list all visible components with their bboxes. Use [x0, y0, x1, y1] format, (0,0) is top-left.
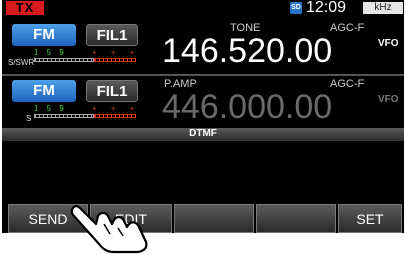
band-divider [2, 74, 404, 76]
sub-mode-button[interactable]: FM [12, 80, 76, 102]
clock: 12:09 [306, 0, 347, 16]
main-meter-scale-over: + + + [92, 48, 141, 57]
sub-filter-button[interactable]: FIL1 [86, 80, 138, 102]
sub-meter-label: S [26, 114, 32, 123]
softkey-3[interactable] [174, 204, 254, 233]
dtmf-title-bar: DTMF [2, 128, 404, 140]
main-vfo-label: VFO [378, 38, 399, 49]
pointing-hand-icon [70, 204, 148, 254]
main-frequency[interactable]: 146.520.00 [162, 32, 332, 71]
tx-indicator: TX [6, 1, 44, 15]
sub-frequency[interactable]: 446.000.00 [162, 88, 332, 127]
sub-s-meter-over [94, 114, 136, 118]
set-button[interactable]: SET [338, 204, 402, 233]
main-agc-label: AGC-F [330, 22, 365, 34]
sd-card-icon: SD [290, 2, 302, 14]
main-filter-button[interactable]: FIL1 [86, 24, 138, 46]
frequency-unit-button[interactable]: kHz [363, 2, 403, 14]
main-mode-button[interactable]: FM [12, 24, 76, 46]
main-meter-label: S/SWR [8, 58, 35, 67]
main-s-meter [34, 58, 94, 62]
sub-meter-scale: 1 5 9 [34, 104, 67, 113]
softkey-4[interactable] [256, 204, 336, 233]
status-bar: TX SD 12:09 kHz [2, 0, 404, 16]
sub-agc-label: AGC-F [330, 78, 365, 90]
sub-meter-scale-over: + + + [92, 104, 141, 113]
sub-s-meter [34, 114, 94, 118]
main-meter-scale: 1 5 9 [34, 48, 67, 57]
main-s-meter-over [94, 58, 136, 62]
sub-vfo-label: VFO [378, 94, 399, 105]
